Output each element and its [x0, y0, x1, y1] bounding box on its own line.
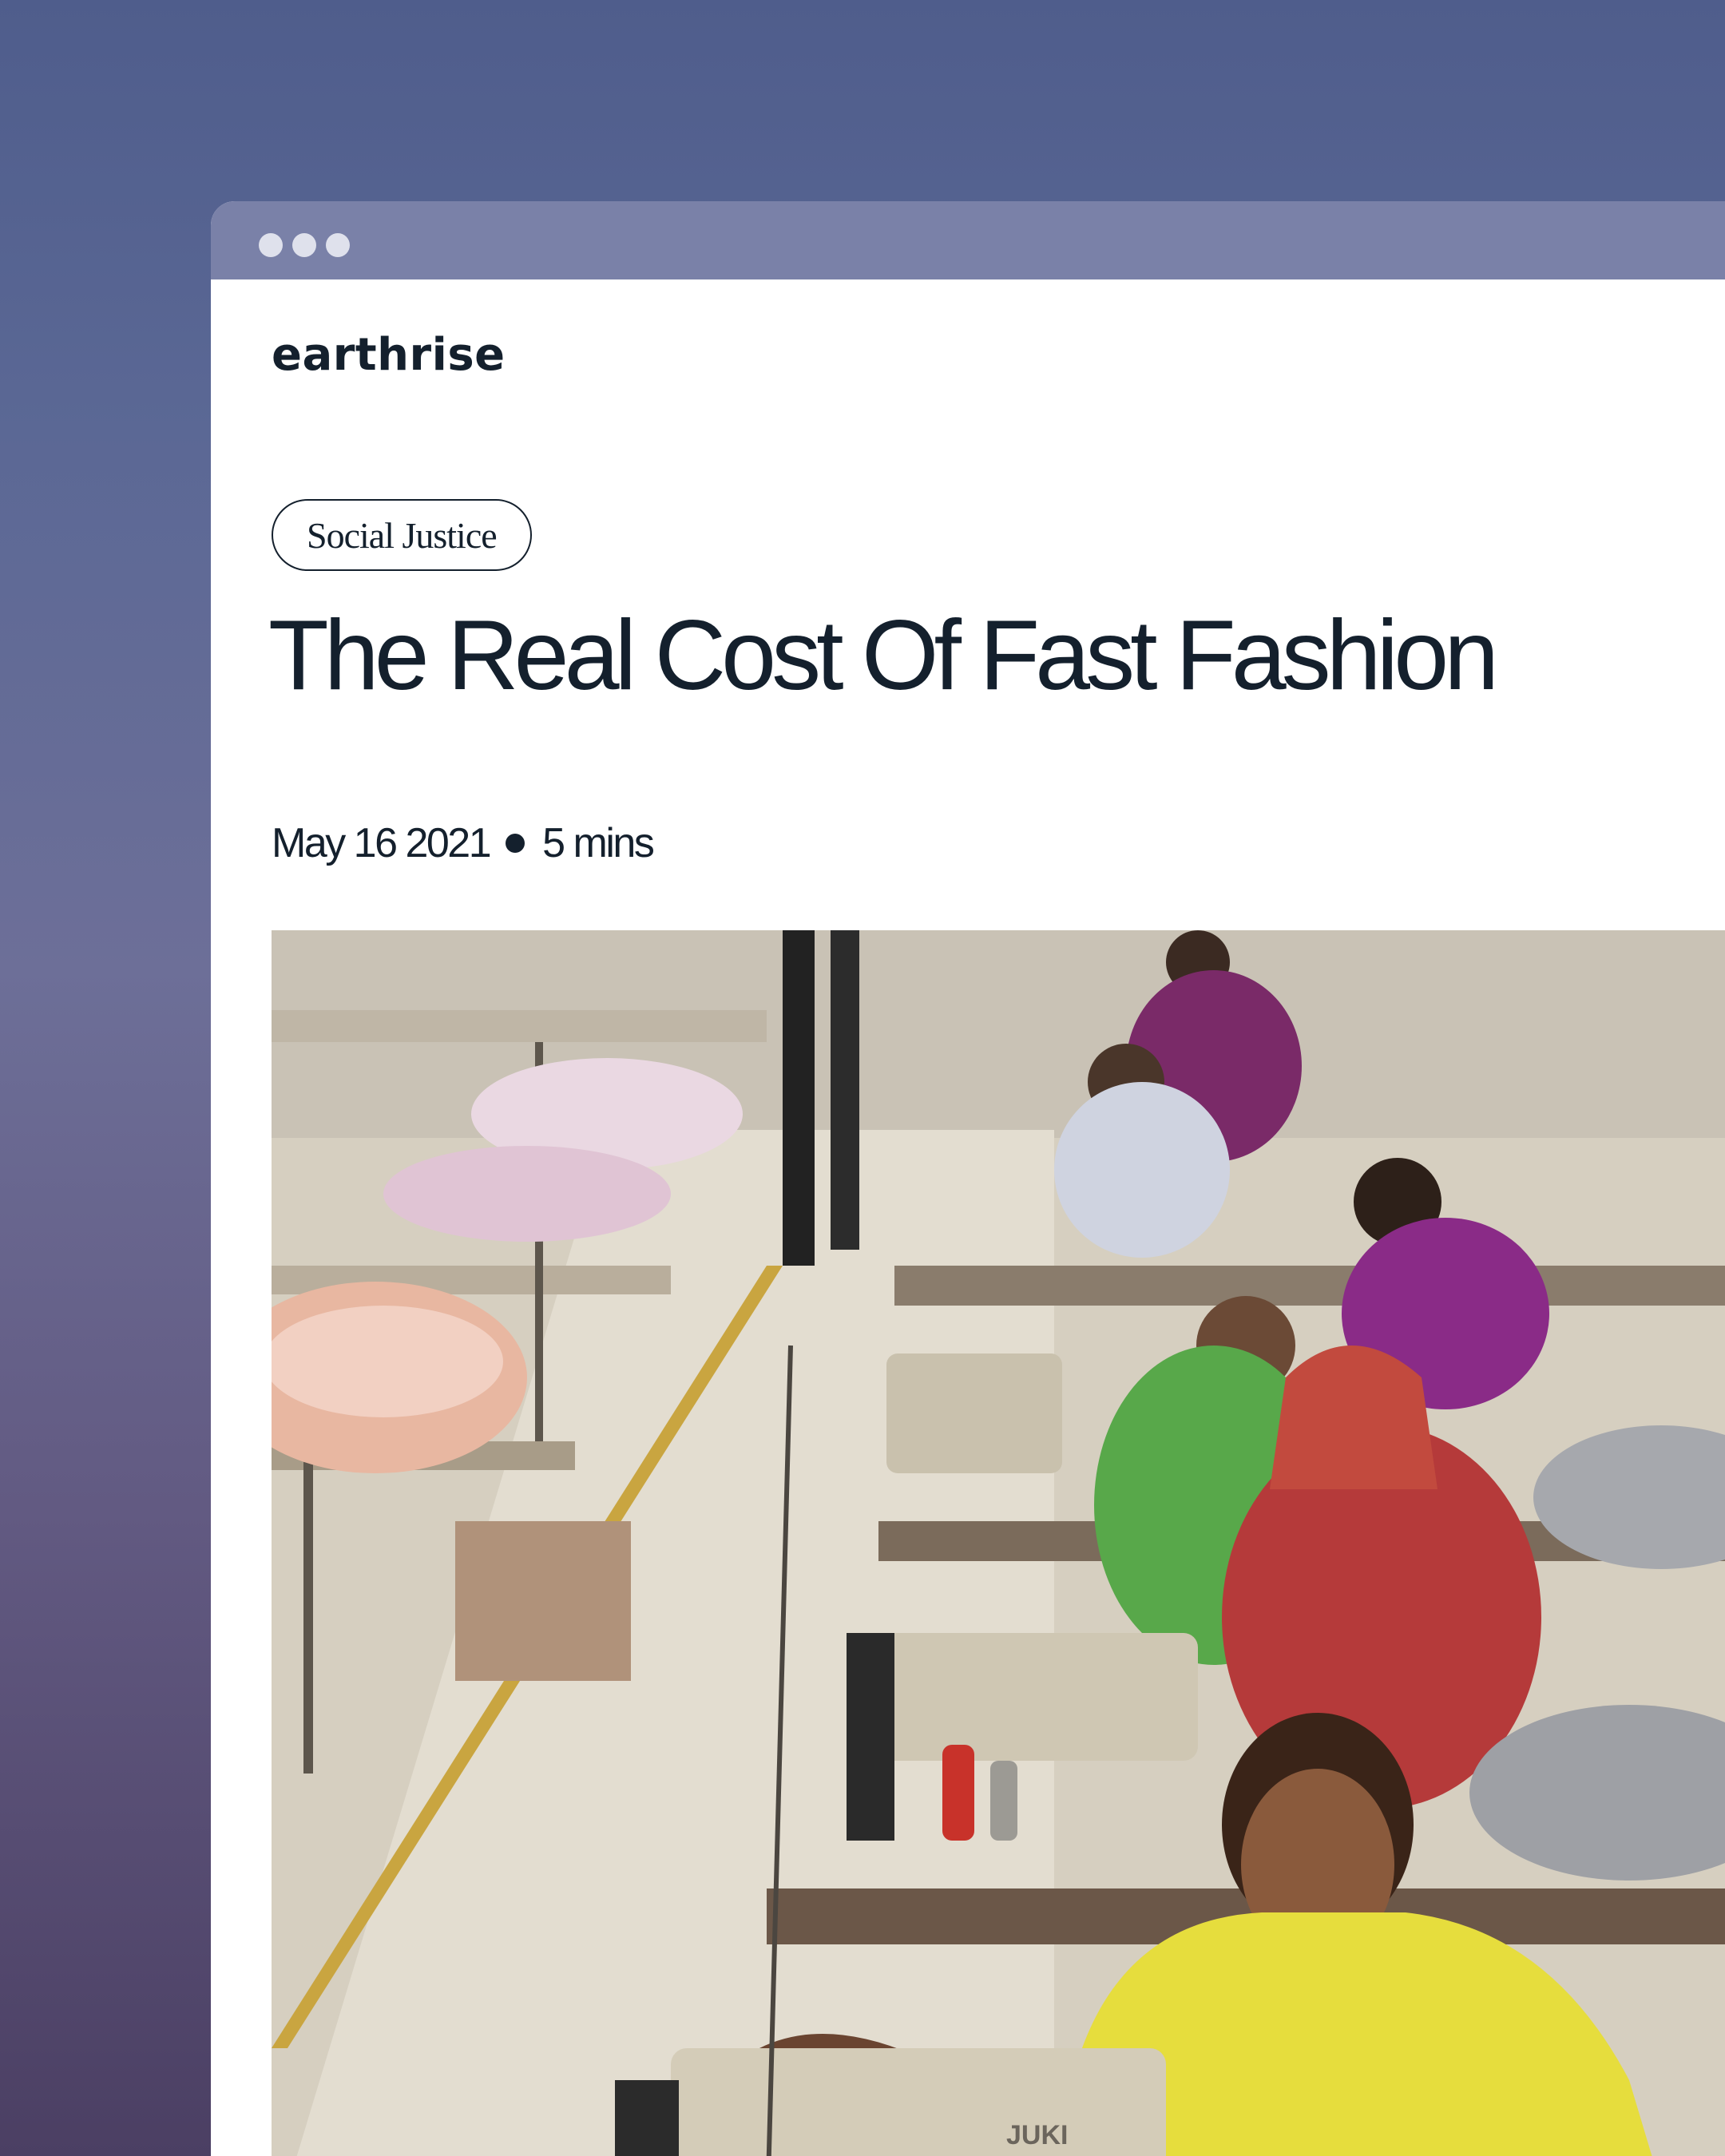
category-tag[interactable]: Social Justice	[272, 499, 532, 571]
window-dot-icon[interactable]	[292, 233, 316, 257]
article-meta: May 16 2021 5 mins	[272, 819, 655, 867]
window-dot-icon[interactable]	[259, 233, 283, 257]
factory-photo: JUKI	[272, 930, 1725, 2156]
read-time: 5 mins	[542, 820, 655, 866]
publish-date: May 16 2021	[272, 820, 492, 866]
site-logo[interactable]: earthrise	[272, 329, 506, 381]
hero-image: JUKI	[272, 930, 1725, 2156]
window-controls	[259, 233, 350, 257]
window-dot-icon[interactable]	[326, 233, 350, 257]
window-titlebar	[211, 201, 1725, 279]
bullet-separator-icon	[506, 834, 525, 853]
machine-brand-label: JUKI	[1006, 2120, 1068, 2150]
browser-window: earthrise Social Justice The Real Cost O…	[211, 201, 1725, 2156]
article-title: The Real Cost Of Fast Fashion	[268, 600, 1499, 711]
